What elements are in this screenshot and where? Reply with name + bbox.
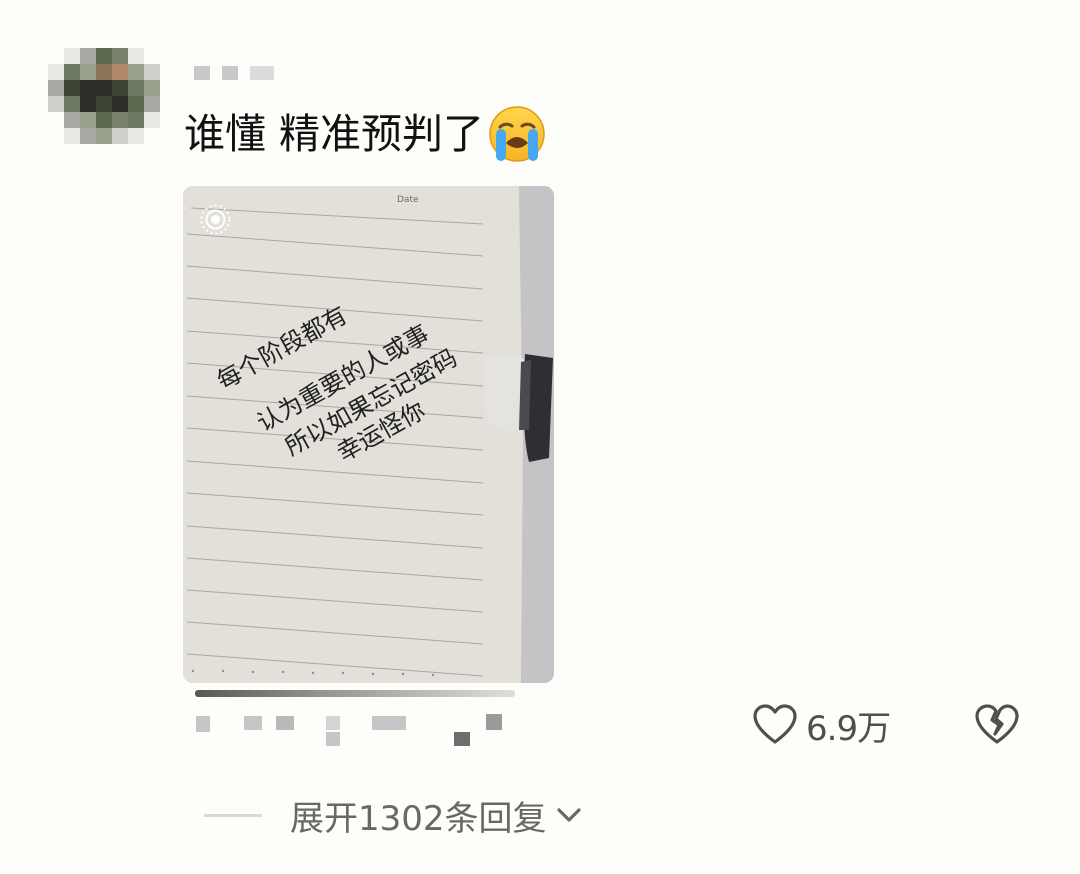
avatar-pixel	[64, 80, 80, 96]
avatar-pixel	[144, 128, 160, 144]
divider-dash	[204, 813, 262, 817]
username-pixel	[222, 66, 238, 80]
heart-icon	[753, 704, 797, 744]
avatar-pixel	[112, 112, 128, 128]
avatar-pixel	[144, 64, 160, 80]
handwriting-text: 每个阶段都有 认为重要的人或事 所以如果忘记密码 幸运怪你	[212, 301, 462, 467]
expand-replies-label: 展开1302条回复	[290, 798, 547, 839]
avatar-pixel	[128, 80, 144, 96]
avatar-pixel	[128, 96, 144, 112]
username-pixel	[194, 66, 210, 80]
comment-text-content: 谁懂 精准预判了	[184, 110, 485, 158]
avatar-pixel	[144, 112, 160, 128]
avatar-pixel	[96, 96, 112, 112]
meta-pixel	[454, 732, 470, 746]
meta-pixel	[326, 732, 340, 746]
meta-pixel	[196, 716, 210, 732]
blurred-caption	[195, 690, 515, 697]
avatar-pixel	[80, 128, 96, 144]
avatar-pixel	[80, 112, 96, 128]
comment-item: 谁懂 精准预判了 Date 每个阶段都有 认为重要的人或事 所以如果忘记密码 幸…	[0, 0, 1080, 874]
avatar-pixel	[112, 128, 128, 144]
avatar[interactable]	[48, 48, 160, 144]
meta-pixel	[326, 716, 340, 730]
avatar-pixel	[48, 96, 64, 112]
comment-image[interactable]: Date 每个阶段都有 认为重要的人或事 所以如果忘记密码 幸运怪你	[183, 186, 554, 683]
comment-meta-blurred	[196, 710, 526, 750]
avatar-pixel	[48, 48, 64, 64]
avatar-pixel	[112, 80, 128, 96]
avatar-pixel	[64, 128, 80, 144]
avatar-pixel	[80, 48, 96, 64]
avatar-pixel	[64, 48, 80, 64]
avatar-pixel	[112, 48, 128, 64]
avatar-pixel	[80, 96, 96, 112]
comment-text: 谁懂 精准预判了	[184, 104, 546, 164]
meta-pixel	[372, 716, 406, 730]
avatar-pixel	[144, 80, 160, 96]
broken-heart-icon[interactable]	[972, 700, 1022, 750]
avatar-pixel	[80, 64, 96, 80]
avatar-pixel	[128, 48, 144, 64]
expand-replies-button[interactable]: 展开1302条回复	[204, 790, 585, 840]
avatar-pixel	[128, 112, 144, 128]
avatar-pixel	[96, 48, 112, 64]
avatar-pixel	[64, 96, 80, 112]
avatar-pixel	[112, 96, 128, 112]
avatar-pixel	[48, 128, 64, 144]
avatar-pixel	[96, 112, 112, 128]
avatar-pixel	[144, 96, 160, 112]
avatar-pixel	[128, 128, 144, 144]
avatar-pixel	[112, 64, 128, 80]
avatar-pixel	[96, 64, 112, 80]
avatar-pixel	[128, 64, 144, 80]
avatar-pixel	[144, 48, 160, 64]
avatar-pixel	[64, 112, 80, 128]
loudly-crying-face-icon	[489, 106, 545, 162]
meta-pixel	[244, 716, 262, 730]
chevron-down-icon	[556, 808, 581, 822]
avatar-pixel	[80, 80, 96, 96]
meta-pixel	[276, 716, 294, 730]
avatar-pixel	[48, 80, 64, 96]
username-blurred[interactable]	[194, 66, 274, 80]
avatar-pixel	[48, 64, 64, 80]
avatar-pixel	[48, 112, 64, 128]
avatar-pixel	[96, 80, 112, 96]
avatar-pixel	[96, 128, 112, 144]
like-count: 6.9万	[806, 708, 891, 749]
meta-pixel	[486, 714, 502, 730]
avatar-pixel	[64, 64, 80, 80]
username-pixel	[250, 66, 274, 80]
like-button[interactable]: 6.9万	[752, 700, 891, 750]
